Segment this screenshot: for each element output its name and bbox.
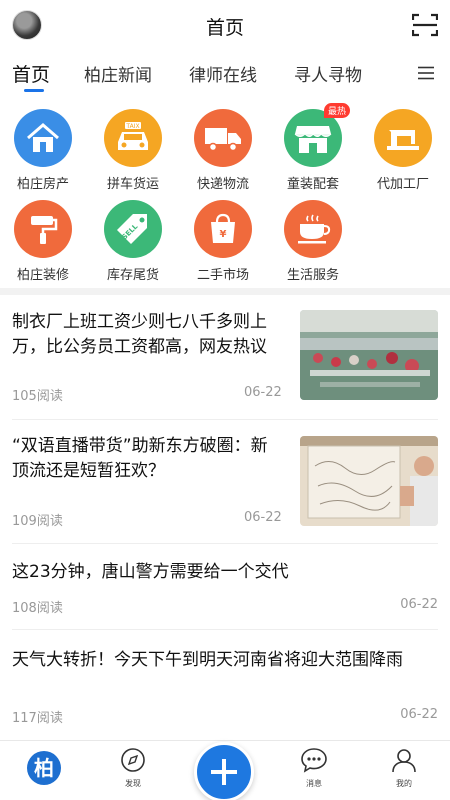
tab-home[interactable]: 首页 (12, 60, 50, 87)
tab-lost-and-found[interactable]: 寻人寻物 (294, 61, 362, 86)
page-title: 首页 (205, 17, 244, 39)
header: 首页 (0, 0, 450, 50)
news-thumbnail (300, 310, 438, 400)
taxi-icon: TAIX (104, 109, 162, 167)
grid-item-kids-clothing[interactable]: 最热 童装配套 (273, 103, 353, 192)
news-title: 这23分钟，唐山警方需要给一个交代 (12, 562, 289, 582)
menu-icon[interactable] (418, 66, 434, 80)
read-count: 108阅读 (12, 601, 63, 616)
list-item[interactable]: 这23分钟，唐山警方需要给一个交代 108阅读 06-22 (0, 560, 450, 630)
grid-label: 童装配套 (286, 177, 339, 192)
active-tab-indicator (24, 89, 44, 92)
read-count: 105阅读 (12, 389, 63, 404)
svg-text:TAIX: TAIX (125, 123, 139, 130)
tab-lawyer-online[interactable]: 律师在线 (189, 61, 257, 86)
grid-label: 柏庄装修 (16, 268, 69, 283)
house-icon (14, 109, 72, 167)
list-divider (12, 543, 438, 544)
list-divider (12, 419, 438, 420)
publish-date: 06-22 (400, 707, 438, 722)
sewing-machine-icon (374, 109, 432, 167)
list-item[interactable]: “双语直播带货”助新东方破圈：新顶流还是短暂狂欢？ 109阅读 06-22 (0, 434, 450, 544)
news-title: 制衣厂上班工资少则七八千多则上万，比公务员工资都高，网友热议 (12, 312, 267, 357)
user-icon (392, 749, 416, 773)
nav-messages[interactable]: 消息 (284, 747, 344, 789)
grid-label: 快递物流 (196, 177, 249, 192)
truck-icon (194, 109, 252, 167)
grid-label: 拼车货运 (106, 177, 159, 192)
nav-label: 消息 (306, 779, 322, 788)
read-count: 117阅读 (12, 711, 63, 726)
publish-button[interactable] (194, 742, 254, 800)
nav-home[interactable]: 柏 (14, 747, 74, 785)
news-title: “双语直播带货”助新东方破圈：新顶流还是短暂狂欢？ (12, 436, 268, 481)
grid-item-carpool[interactable]: TAIX 拼车货运 (93, 109, 173, 192)
list-divider (12, 629, 438, 630)
grid-item-life-service[interactable]: 生活服务 (273, 200, 353, 283)
publish-date: 06-22 (400, 597, 438, 612)
publish-date: 06-22 (244, 385, 282, 400)
tab-bozhuang-news[interactable]: 柏庄新闻 (84, 61, 152, 86)
paint-roller-icon (14, 200, 72, 258)
shop-icon: 最热 (284, 103, 350, 167)
grid-item-oem-factory[interactable]: 代加工厂 (363, 109, 443, 192)
app-logo-icon: 柏 (27, 751, 61, 785)
list-item[interactable]: 天气大转折！今天下午到明天河南省将迎大范围降雨 117阅读 06-22 (0, 648, 450, 738)
grid-item-second-hand[interactable]: ¥ 二手市场 (183, 200, 263, 283)
shopping-bag-icon: ¥ (194, 200, 252, 258)
scan-icon[interactable] (412, 13, 438, 37)
section-divider (0, 288, 450, 295)
grid-item-logistics[interactable]: 快递物流 (183, 109, 263, 192)
svg-text:¥: ¥ (220, 229, 227, 240)
sell-tag-icon: SELL (104, 200, 162, 258)
publish-date: 06-22 (244, 510, 282, 525)
chat-bubble-icon (301, 748, 327, 773)
grid-label: 生活服务 (286, 268, 339, 283)
compass-icon (121, 748, 145, 772)
grid-item-house[interactable]: 柏庄房产 (3, 109, 83, 192)
category-tabs: 首页 柏庄新闻 律师在线 寻人寻物 (0, 50, 450, 94)
read-count: 109阅读 (12, 514, 63, 529)
nav-label: 我的 (396, 779, 412, 788)
news-thumbnail (300, 436, 438, 526)
news-title: 天气大转折！今天下午到明天河南省将迎大范围降雨 (12, 650, 403, 670)
coffee-cup-icon (284, 200, 342, 258)
grid-item-inventory[interactable]: SELL 库存尾货 (93, 200, 173, 283)
grid-label: 二手市场 (196, 268, 249, 283)
nav-mine[interactable]: 我的 (374, 747, 434, 789)
hot-badge: 最热 (323, 103, 350, 118)
list-item[interactable]: 制衣厂上班工资少则七八千多则上万，比公务员工资都高，网友热议 105阅读 06-… (0, 310, 450, 420)
grid-label: 柏庄房产 (16, 177, 69, 192)
nav-discover[interactable]: 发现 (103, 747, 163, 789)
grid-label: 代加工厂 (376, 177, 429, 192)
nav-label: 发现 (125, 779, 141, 788)
plus-icon (211, 759, 237, 785)
grid-label: 库存尾货 (106, 268, 159, 283)
grid-item-decoration[interactable]: 柏庄装修 (3, 200, 83, 283)
